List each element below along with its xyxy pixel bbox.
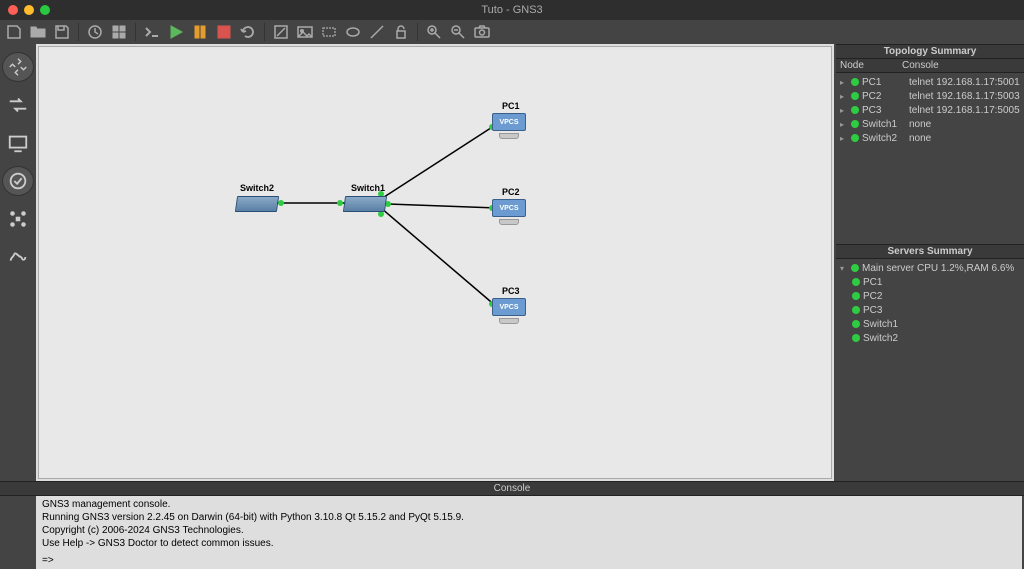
vpcs-icon: VPCS [492,199,526,217]
console-output[interactable]: GNS3 management console. Running GNS3 ve… [36,496,1022,569]
reload-button[interactable] [238,22,258,42]
lock-button[interactable] [391,22,411,42]
switches-button[interactable] [2,90,34,120]
status-icon [852,334,860,342]
node-pc3[interactable]: VPCS [492,298,526,326]
console-button[interactable] [142,22,162,42]
console-line: Use Help -> GNS3 Doctor to detect common… [42,537,1016,550]
console-line: Copyright (c) 2006-2024 GNS3 Technologie… [42,524,1016,537]
topology-summary-header: Node Console [836,59,1024,73]
console-prompt: => [42,554,1016,567]
status-icon [851,264,859,272]
save-project-button[interactable] [52,22,72,42]
node-label-pc3[interactable]: PC3 [502,286,520,296]
status-icon [851,78,859,86]
window-title: Tuto - GNS3 [0,4,1024,16]
console-panel: Console GNS3 management console. Running… [0,481,1024,555]
all-devices-button[interactable] [2,204,34,234]
server-row[interactable]: PC3 [838,303,1022,317]
servers-summary-body: ▾Main server CPU 1.2%,RAM 6.6% PC1 PC2 P… [836,259,1024,481]
topology-summary-panel: Topology Summary Node Console ▸PC1telnet… [836,44,1024,244]
node-label-pc2[interactable]: PC2 [502,187,520,197]
node-pc1[interactable]: VPCS [492,113,526,141]
show-hide-interfaces-button[interactable] [109,22,129,42]
new-project-button[interactable] [4,22,24,42]
status-icon [852,306,860,314]
console-title: Console [0,481,1024,496]
topology-row[interactable]: ▸Switch1none [838,117,1022,131]
status-icon [851,134,859,142]
topology-row[interactable]: ▸PC1telnet 192.168.1.17:5001 [838,75,1022,89]
snapshot-button[interactable] [85,22,105,42]
add-link-button[interactable] [2,242,34,272]
node-label-switch1[interactable]: Switch1 [351,183,385,193]
draw-ellipse-button[interactable] [343,22,363,42]
canvas-links [38,46,832,479]
separator [417,23,418,41]
status-icon [851,92,859,100]
separator [78,23,79,41]
status-icon [852,278,860,286]
insert-picture-button[interactable] [295,22,315,42]
topology-summary-body: ▸PC1telnet 192.168.1.17:5001 ▸PC2telnet … [836,73,1024,244]
toolbar [0,20,1024,44]
zoom-out-button[interactable] [448,22,468,42]
screenshot-button[interactable] [472,22,492,42]
server-row[interactable]: Switch1 [838,317,1022,331]
topology-row[interactable]: ▸Switch2none [838,131,1022,145]
node-switch1[interactable] [343,196,387,212]
server-row-main[interactable]: ▾Main server CPU 1.2%,RAM 6.6% [838,261,1022,275]
end-devices-button[interactable] [2,128,34,158]
stop-button[interactable] [214,22,234,42]
server-row[interactable]: Switch2 [838,331,1022,345]
titlebar: Tuto - GNS3 [0,0,1024,20]
draw-rectangle-button[interactable] [319,22,339,42]
open-project-button[interactable] [28,22,48,42]
vpcs-icon: VPCS [492,113,526,131]
vpcs-icon: VPCS [492,298,526,316]
node-label-pc1[interactable]: PC1 [502,101,520,111]
topology-summary-title: Topology Summary [836,45,1024,59]
topology-row[interactable]: ▸PC3telnet 192.168.1.17:5005 [838,103,1022,117]
security-devices-button[interactable] [2,166,34,196]
topology-row[interactable]: ▸PC2telnet 192.168.1.17:5003 [838,89,1022,103]
server-row[interactable]: PC1 [838,275,1022,289]
servers-summary-panel: Servers Summary ▾Main server CPU 1.2%,RA… [836,244,1024,481]
col-header-node: Node [836,59,898,72]
topology-canvas[interactable]: PC1 VPCS PC2 VPCS PC3 VPCS Switch1 Switc… [36,44,834,481]
console-line: Running GNS3 version 2.2.45 on Darwin (6… [42,511,1016,524]
server-row[interactable]: PC2 [838,289,1022,303]
device-palette [0,44,36,481]
routers-button[interactable] [2,52,34,82]
status-icon [851,120,859,128]
annotation-button[interactable] [271,22,291,42]
status-icon [851,106,859,114]
draw-line-button[interactable] [367,22,387,42]
separator [264,23,265,41]
node-pc2[interactable]: VPCS [492,199,526,227]
separator [135,23,136,41]
console-line: GNS3 management console. [42,498,1016,511]
col-header-console: Console [898,59,1024,72]
servers-summary-title: Servers Summary [836,245,1024,259]
node-switch2[interactable] [235,196,279,212]
status-icon [852,320,860,328]
node-label-switch2[interactable]: Switch2 [240,183,274,193]
status-icon [852,292,860,300]
start-button[interactable] [166,22,186,42]
zoom-in-button[interactable] [424,22,444,42]
pause-button[interactable] [190,22,210,42]
